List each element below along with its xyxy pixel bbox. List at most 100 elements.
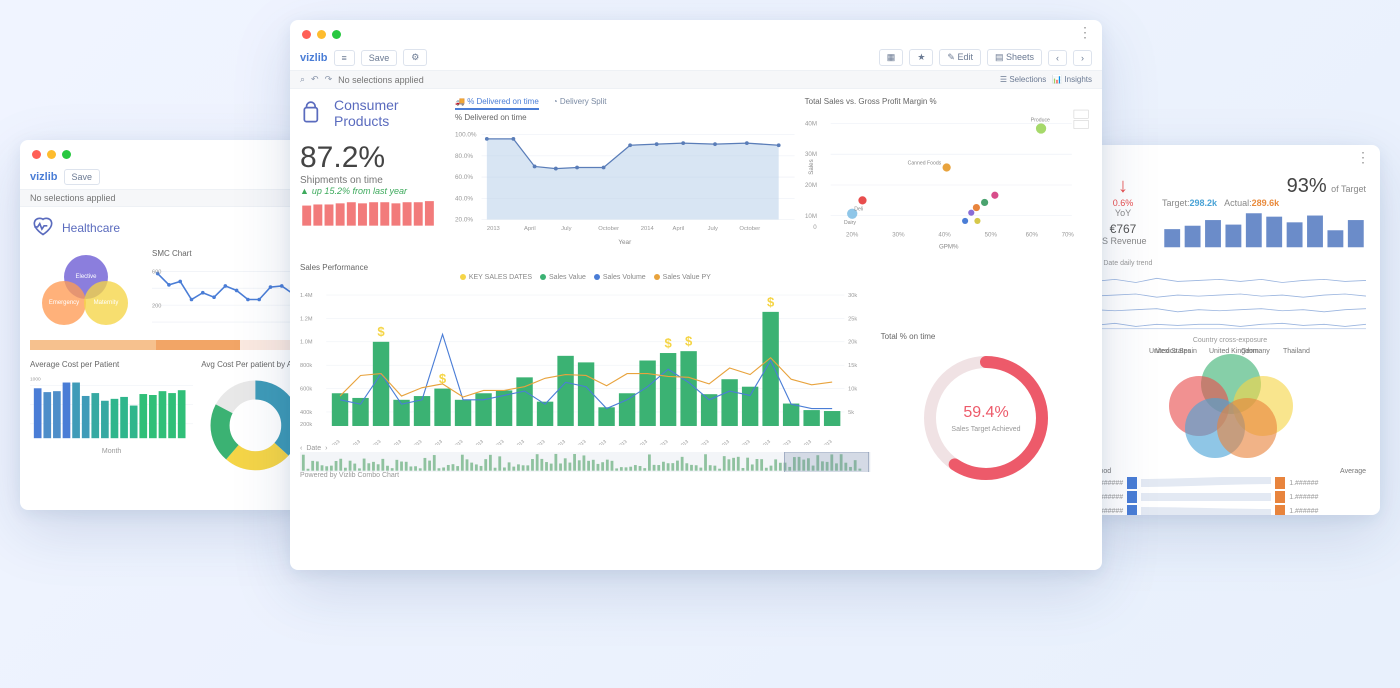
- svg-text:Deli: Deli: [854, 207, 863, 213]
- prev-icon[interactable]: ‹: [1048, 50, 1067, 66]
- svg-text:1.4M: 1.4M: [300, 293, 313, 299]
- sankey-avg-label: Average: [1340, 468, 1366, 475]
- more-icon[interactable]: ⋮: [1078, 30, 1092, 34]
- slider-label: Date: [306, 445, 321, 452]
- venn-emergency: Emergency: [42, 281, 86, 325]
- svg-text:$: $: [685, 334, 693, 349]
- maximize-icon[interactable]: [62, 150, 71, 159]
- kpi-label: Shipments on time: [300, 175, 445, 186]
- svg-text:40%: 40%: [938, 231, 951, 238]
- revenue-value: €767: [1110, 222, 1137, 236]
- sheets-button[interactable]: ▤ Sheets: [987, 49, 1042, 66]
- svg-text:60%: 60%: [1025, 231, 1038, 238]
- page-title: Healthcare: [30, 215, 310, 241]
- gauge-value: 59.4%: [964, 404, 1009, 421]
- page-title: Consumer Products: [300, 97, 445, 129]
- page-title-text: Healthcare: [62, 221, 120, 235]
- svg-text:20M: 20M: [805, 182, 817, 189]
- main-dashboard-window: ⋮ vizlib ≡ Save ⚙ ▦ ★ ✎ Edit ▤ Sheets ‹ …: [290, 20, 1102, 570]
- logo: vizlib: [300, 52, 328, 64]
- svg-text:50%: 50%: [984, 231, 997, 238]
- more-icon[interactable]: ⋮: [1356, 155, 1370, 159]
- close-icon[interactable]: [302, 30, 311, 39]
- svg-text:600: 600: [152, 270, 161, 276]
- svg-text:Year: Year: [618, 239, 632, 246]
- menu-button[interactable]: ≡: [334, 50, 355, 66]
- window-controls: [20, 140, 320, 165]
- smc-line-chart: 600 200: [152, 260, 310, 328]
- maximize-icon[interactable]: [332, 30, 341, 39]
- svg-text:20.0%: 20.0%: [455, 217, 473, 224]
- date-slider[interactable]: [300, 452, 871, 473]
- close-icon[interactable]: [32, 150, 41, 159]
- insights-button[interactable]: 📊 Insights: [1052, 75, 1092, 84]
- avgcost-xaxis: Month: [30, 448, 193, 455]
- search-icon[interactable]: ⌕: [300, 74, 305, 85]
- avgcost-title: Average Cost per Patient: [30, 360, 193, 369]
- minimize-icon[interactable]: [317, 30, 326, 39]
- arrow-up-icon: ▲: [300, 186, 309, 196]
- svg-text:GPM%: GPM%: [939, 244, 959, 251]
- svg-text:July: July: [561, 226, 571, 232]
- legend-sales-py: Sales Value PY: [654, 274, 711, 281]
- edit-button[interactable]: ✎ Edit: [939, 49, 981, 66]
- minimize-icon[interactable]: [47, 150, 56, 159]
- svg-text:$: $: [377, 324, 385, 339]
- fwd-icon[interactable]: ↷: [325, 74, 333, 85]
- svg-text:Canned Foods: Canned Foods: [907, 160, 941, 166]
- toolbar: vizlib Save: [20, 165, 320, 190]
- logo: vizlib: [30, 171, 58, 183]
- grid-icon[interactable]: ▦: [879, 49, 904, 66]
- svg-text:April: April: [673, 226, 685, 232]
- venn-th: Thailand: [1283, 348, 1310, 355]
- svg-text:30%: 30%: [892, 231, 905, 238]
- save-button[interactable]: Save: [361, 50, 398, 66]
- svg-text:1000: 1000: [30, 377, 41, 383]
- sparklines: [1080, 267, 1380, 338]
- legend-key-dates: KEY SALES DATES: [460, 274, 532, 281]
- line-chart-title: % Delivered on time: [455, 113, 795, 122]
- kpi-mini-bars: [300, 200, 445, 229]
- svg-text:1.0M: 1.0M: [300, 340, 313, 346]
- legend-sales-value: Sales Value: [540, 274, 586, 281]
- avgcost-bar-chart: 1000: [30, 371, 193, 448]
- bookmark-icon[interactable]: ★: [909, 49, 933, 66]
- settings-button[interactable]: ⚙: [403, 49, 427, 66]
- svg-text:40.0%: 40.0%: [455, 195, 473, 202]
- svg-text:Dairy: Dairy: [844, 220, 856, 226]
- healthcare-window: vizlib Save Healthcare Elective Emergenc…: [20, 140, 320, 510]
- selections-button[interactable]: ☰ Selections: [1000, 75, 1046, 84]
- save-button[interactable]: Save: [64, 169, 101, 185]
- tab-delivered[interactable]: 🚚 % Delivered on time: [455, 97, 539, 110]
- gauge-chart: % Sales Target Achieved 59.4% Sales Targ…: [911, 343, 1061, 493]
- selection-bar: [20, 190, 320, 207]
- page-title-text: Consumer Products: [334, 97, 445, 129]
- svg-text:200: 200: [152, 303, 161, 309]
- next-icon[interactable]: ›: [1073, 50, 1092, 66]
- tab-delivery-split[interactable]: ◔ Delivery Split: [553, 97, 607, 110]
- svg-text:Produce: Produce: [1030, 117, 1049, 123]
- target-value: 298.2k: [1190, 198, 1218, 208]
- target-label: Target:: [1162, 198, 1190, 208]
- svg-text:October: October: [598, 226, 619, 232]
- svg-text:$: $: [767, 294, 775, 309]
- revenue-label: IS Revenue: [1099, 236, 1146, 246]
- selection-input[interactable]: [30, 193, 310, 203]
- sales-perf-title: Sales Performance: [300, 263, 871, 272]
- svg-text:$: $: [664, 335, 672, 350]
- selection-input[interactable]: [338, 75, 994, 85]
- kpi-trend: ▲up 15.2% from last year: [300, 186, 445, 196]
- back-icon[interactable]: ↶: [311, 74, 319, 85]
- target-pct: 93%: [1287, 175, 1327, 197]
- heart-pulse-icon: [30, 215, 56, 241]
- venn-maternity: Maternity: [84, 281, 128, 325]
- svg-text:15k: 15k: [848, 363, 857, 369]
- sales-legend: KEY SALES DATES Sales Value Sales Volume…: [300, 274, 871, 281]
- gauge-label: Sales Target Achieved: [952, 426, 1021, 433]
- kpi-value: 87.2%: [300, 141, 445, 175]
- svg-text:30M: 30M: [805, 151, 817, 158]
- window-controls: [290, 20, 1102, 45]
- actual-label: Actual:: [1224, 198, 1252, 208]
- gpm-scatter: 40M30M20M10M0 Sales Dairy Produce Canned…: [805, 108, 1092, 252]
- sales-combo-chart: 1.4M1.2M1.0M800k600k400k200k 30k25k20k15…: [300, 281, 871, 445]
